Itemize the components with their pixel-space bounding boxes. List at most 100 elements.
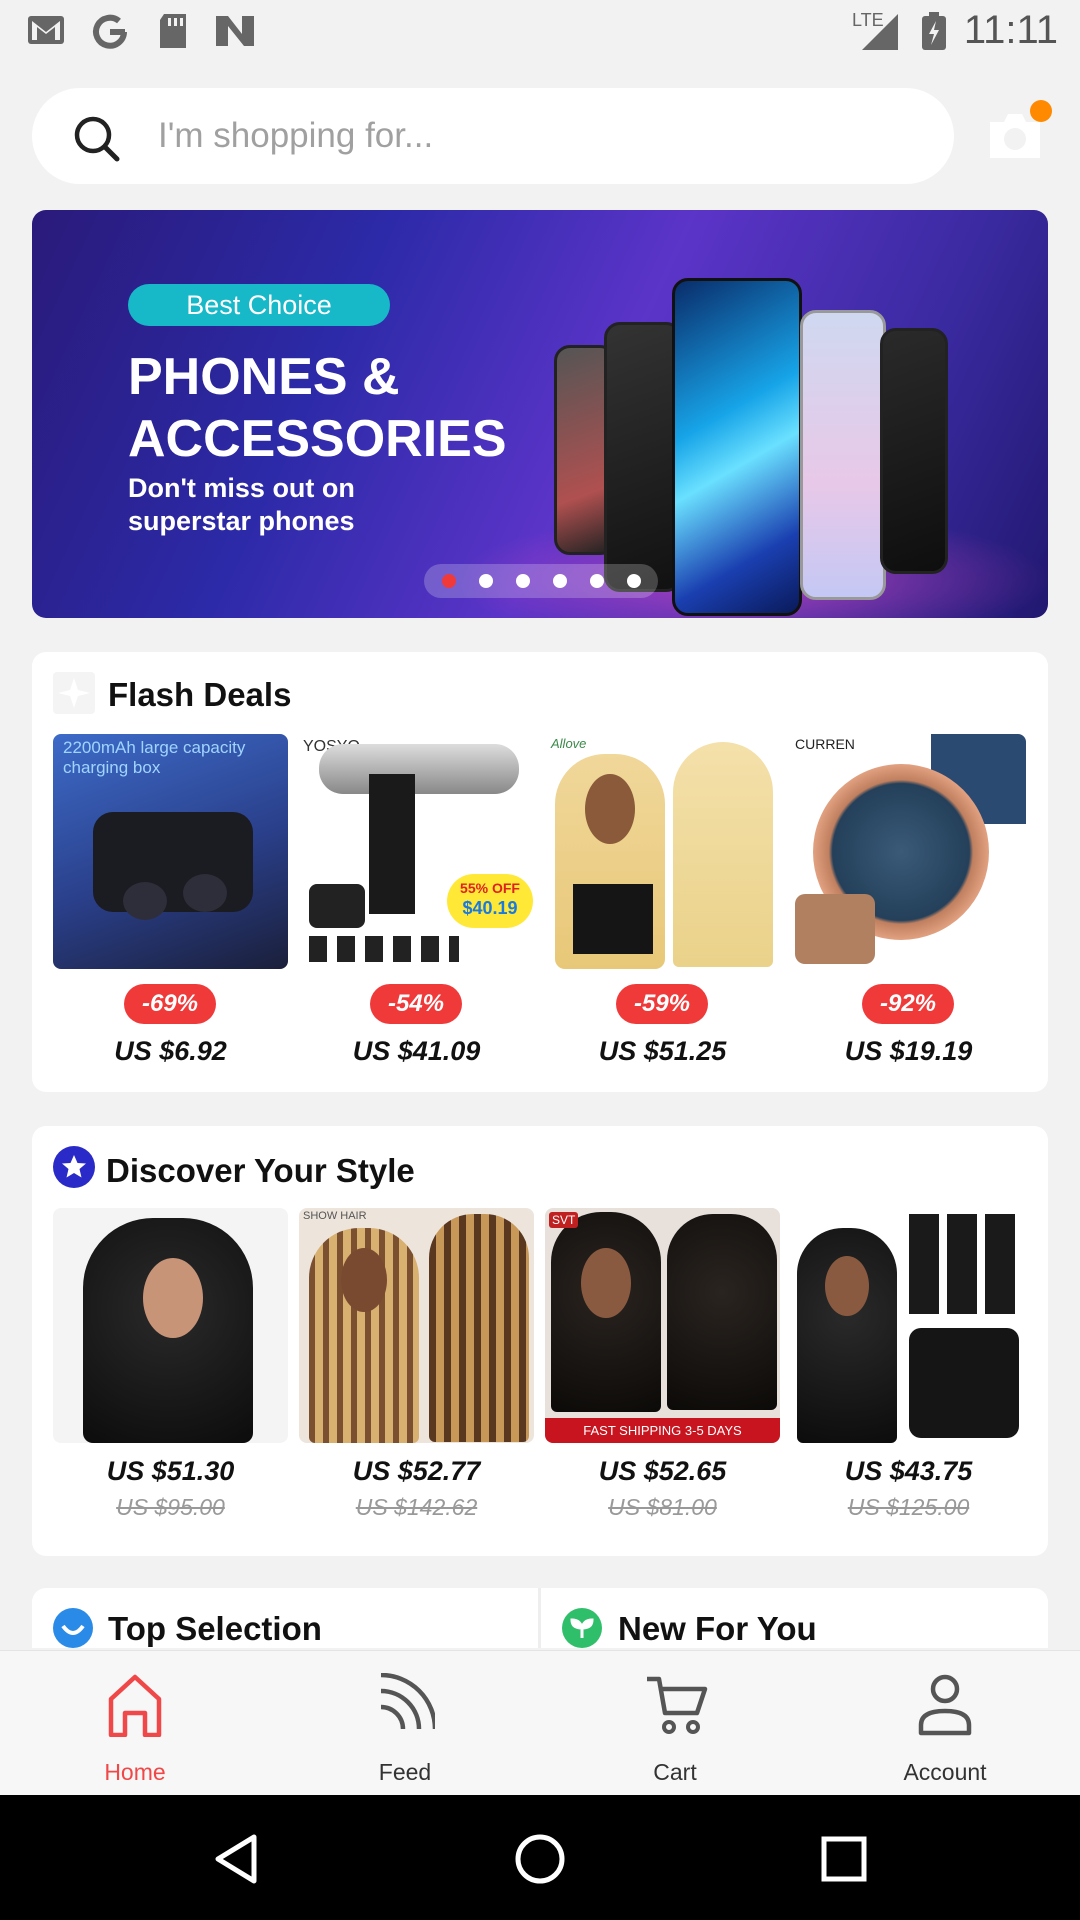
hair-bundles-shape	[909, 1214, 1019, 1314]
flash-deal-item[interactable]: YOSYO 55% OFF $40.19 -54% US $41.09	[299, 734, 534, 1074]
nav-account-label: Account	[903, 1759, 987, 1785]
discover-item[interactable]: SVT FAST SHIPPING 3-5 DAYS US $52.65 US …	[545, 1208, 780, 1538]
image-overlay-text: SHOW HAIR	[303, 1210, 367, 1222]
model-face-shape	[585, 774, 635, 844]
highlight-wig-image: SHOW HAIR	[299, 1208, 534, 1443]
watch-image: CURREN	[791, 734, 1026, 969]
phone-image-3	[672, 278, 802, 616]
earbud-left-shape	[123, 882, 167, 920]
phone-image-5	[880, 328, 948, 574]
nordvpn-icon	[216, 16, 254, 46]
top-selection-title: Top Selection	[108, 1610, 322, 1647]
nav-account[interactable]: Account	[810, 1651, 1080, 1796]
wig-display-shape	[667, 1214, 777, 1410]
carousel-dot-6[interactable]	[627, 574, 641, 588]
sale-price: US $52.77	[352, 1456, 481, 1486]
banner-subtitle-line1: Don't miss out on	[128, 473, 355, 503]
original-price: US $142.62	[355, 1494, 478, 1520]
battery-charging-icon	[922, 12, 946, 50]
flash-icon	[53, 672, 95, 714]
carousel-dot-1[interactable]	[442, 574, 456, 588]
flash-deals-card: Flash Deals 2200mAh large capacity charg…	[32, 652, 1048, 1092]
flash-deals-title[interactable]: Flash Deals	[108, 676, 291, 714]
nav-home[interactable]: Home	[0, 1651, 270, 1796]
phone-image-2	[604, 322, 682, 592]
banner-subtitle: Don't miss out on superstar phones	[128, 472, 448, 538]
discount-badge: -54%	[370, 984, 462, 1024]
notification-dot	[1030, 100, 1052, 122]
top-selection-section[interactable]: Top Selection	[32, 1588, 538, 1648]
curly-wig-2-image: SVT FAST SHIPPING 3-5 DAYS	[545, 1208, 780, 1443]
massage-gun-image: YOSYO 55% OFF $40.19	[299, 734, 534, 969]
account-icon	[918, 1674, 972, 1736]
earbuds-case-shape	[93, 812, 253, 912]
flash-deal-item[interactable]: 2200mAh large capacity charging box -69%…	[53, 734, 288, 1074]
sale-price: US $43.75	[844, 1456, 973, 1486]
lace-frontal-shape	[909, 1328, 1019, 1438]
banner-headline-line2: ACCESSORIES	[128, 410, 507, 468]
deal-price: US $19.19	[844, 1036, 973, 1066]
carousel-dot-5[interactable]	[590, 574, 604, 588]
discover-item[interactable]: US $43.75 US $125.00	[791, 1208, 1026, 1538]
recents-icon[interactable]	[820, 1835, 868, 1883]
new-for-you-title: New For You	[618, 1610, 817, 1647]
original-price: US $81.00	[608, 1494, 717, 1520]
bottom-navigation: Home Feed Cart Account	[0, 1650, 1080, 1795]
image-overlay-text: CURREN	[795, 736, 855, 752]
discount-badge: -59%	[616, 984, 708, 1024]
gmail-icon	[28, 16, 64, 44]
carry-case-shape	[309, 884, 365, 928]
brand-logo-text: SVT	[549, 1212, 579, 1228]
discover-title[interactable]: Discover Your Style	[106, 1152, 415, 1190]
new-for-you-section[interactable]: New For You	[542, 1588, 1048, 1648]
nav-feed[interactable]: Feed	[270, 1651, 540, 1796]
carousel-dot-3[interactable]	[516, 574, 530, 588]
deal-price: US $41.09	[352, 1036, 481, 1066]
flash-deal-item[interactable]: CURREN -92% US $19.19	[791, 734, 1026, 1074]
discount-badge: -69%	[124, 984, 216, 1024]
banner-headline-line1: PHONES &	[128, 348, 400, 406]
sale-price: US $52.65	[598, 1456, 727, 1486]
sticker-text-2: $40.19	[462, 898, 518, 918]
body-wave-bundle-image	[791, 1208, 1026, 1443]
section-tabs: Top Selection New For You	[32, 1588, 1048, 1648]
massage-gun-head-shape	[319, 744, 519, 794]
model-face-shape	[341, 1248, 387, 1312]
search-placeholder: I'm shopping for...	[158, 116, 434, 155]
wig-display-shape	[673, 742, 773, 967]
earbuds-image: 2200mAh large capacity charging box	[53, 734, 288, 969]
curly-wig-image	[53, 1208, 288, 1443]
nav-cart[interactable]: Cart	[540, 1651, 810, 1796]
home-circle-icon[interactable]	[514, 1833, 566, 1885]
banner-tag: Best Choice	[128, 284, 390, 326]
sale-price: US $51.30	[106, 1456, 235, 1486]
carousel-dot-2[interactable]	[479, 574, 493, 588]
watch-band-shape	[795, 894, 875, 964]
original-price: US $95.00	[116, 1494, 225, 1520]
sticker-text-1: 55% OFF	[460, 880, 520, 896]
image-overlay-text: Allove	[551, 736, 587, 751]
google-icon	[93, 14, 127, 49]
clock: 11:11	[963, 8, 1058, 52]
promo-banner[interactable]: Best Choice PHONES & ACCESSORIES Don't m…	[32, 210, 1048, 618]
wig-display-shape	[429, 1214, 529, 1442]
earbud-right-shape	[183, 874, 227, 912]
carousel-indicator	[424, 564, 658, 598]
cart-icon	[647, 1676, 708, 1734]
system-navigation-bar	[0, 1795, 1080, 1920]
discover-item[interactable]: SHOW HAIR US $52.77 US $142.62	[299, 1208, 534, 1538]
carousel-dot-4[interactable]	[553, 574, 567, 588]
section-divider	[538, 1588, 541, 1648]
discover-item[interactable]: US $51.30 US $95.00	[53, 1208, 288, 1538]
deal-price: US $51.25	[598, 1036, 727, 1066]
feed-icon	[380, 1673, 435, 1730]
back-icon[interactable]	[212, 1833, 260, 1885]
flash-deal-item[interactable]: Allove -59% US $51.25	[545, 734, 780, 1074]
phone-image-4	[800, 310, 886, 600]
discover-style-card: Discover Your Style US $51.30 US $95.00 …	[32, 1126, 1048, 1556]
image-overlay-text: 2200mAh large capacity charging box	[63, 738, 246, 777]
discount-badge: -92%	[862, 984, 954, 1024]
nav-home-label: Home	[104, 1759, 166, 1785]
smile-icon	[53, 1608, 93, 1648]
search-bar[interactable]: I'm shopping for...	[32, 88, 954, 184]
